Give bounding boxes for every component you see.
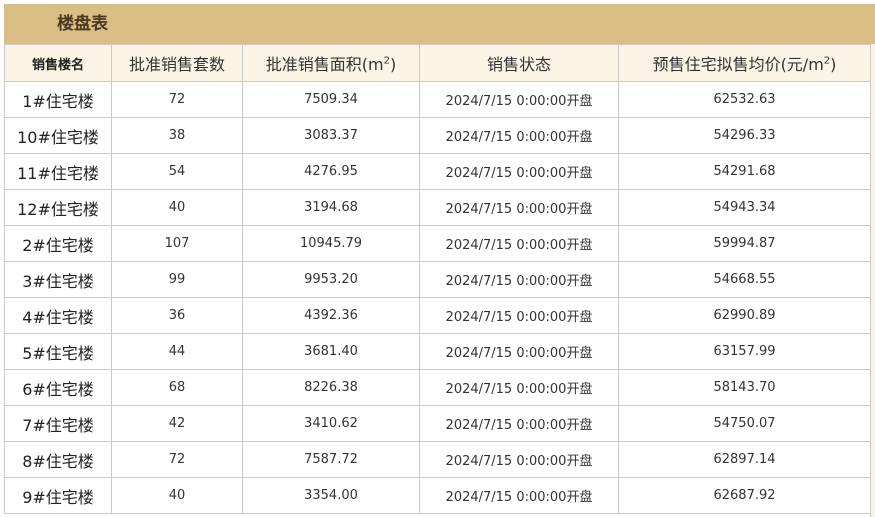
listing-panel: 楼盘表 销售楼名 批准销售套数 批准销售面积(m2) 销售状态 预售住宅拟售均价… [0, 0, 875, 517]
header-building-name: 销售楼名 [4, 44, 112, 82]
cell-avg-price: 59994.87 [618, 225, 871, 262]
cell-approved-area: 3354.00 [242, 477, 420, 514]
cell-building-name[interactable]: 6#住宅楼 [4, 369, 112, 406]
cell-approved-area: 4392.36 [242, 297, 420, 334]
header-avg-price-prefix: 预售住宅拟售均价(元/m [652, 55, 824, 74]
cell-approved-area: 3410.62 [242, 405, 420, 442]
header-approved-area-prefix: 批准销售面积(m [265, 55, 384, 74]
cell-approved-area: 8226.38 [242, 369, 420, 406]
cell-approved-area: 3194.68 [242, 189, 420, 226]
cell-approved-area: 4276.95 [242, 153, 420, 190]
title-bar: 楼盘表 [4, 4, 875, 44]
header-building-name-label: 销售楼名 [31, 57, 84, 73]
cell-avg-price: 62897.14 [618, 441, 871, 478]
cell-avg-price: 62990.89 [618, 297, 871, 334]
table-row: 7#住宅楼 42 3410.62 2024/7/15 0:00:00开盘 547… [4, 405, 871, 442]
cell-approved-units: 38 [111, 117, 243, 154]
cell-sale-status: 2024/7/15 0:00:00开盘 [419, 225, 619, 262]
cell-avg-price: 62532.63 [618, 81, 871, 118]
cell-building-name[interactable]: 1#住宅楼 [4, 81, 112, 118]
header-row: 销售楼名 批准销售套数 批准销售面积(m2) 销售状态 预售住宅拟售均价(元/m… [4, 44, 871, 82]
cell-approved-units: 72 [111, 441, 243, 478]
table-row: 12#住宅楼 40 3194.68 2024/7/15 0:00:00开盘 54… [4, 189, 871, 226]
cell-building-name[interactable]: 9#住宅楼 [4, 477, 112, 514]
cell-avg-price: 54668.55 [618, 261, 871, 298]
cell-approved-units: 40 [111, 477, 243, 514]
cell-approved-units: 36 [111, 297, 243, 334]
cell-avg-price: 54750.07 [618, 405, 871, 442]
cell-building-name[interactable]: 12#住宅楼 [4, 189, 112, 226]
page-title: 楼盘表 [57, 14, 108, 34]
cell-approved-area: 7587.72 [242, 441, 420, 478]
header-sale-status-label: 销售状态 [486, 55, 551, 74]
table-row: 11#住宅楼 54 4276.95 2024/7/15 0:00:00开盘 54… [4, 153, 871, 190]
cell-approved-units: 107 [111, 225, 243, 262]
table-row: 9#住宅楼 40 3354.00 2024/7/15 0:00:00开盘 626… [4, 477, 871, 514]
cell-sale-status: 2024/7/15 0:00:00开盘 [419, 441, 619, 478]
cell-avg-price: 54291.68 [618, 153, 871, 190]
cell-avg-price: 54296.33 [618, 117, 871, 154]
cell-avg-price: 54943.34 [618, 189, 871, 226]
table-row: 3#住宅楼 99 9953.20 2024/7/15 0:00:00开盘 546… [4, 261, 871, 298]
cell-approved-units: 68 [111, 369, 243, 406]
cell-building-name[interactable]: 10#住宅楼 [4, 117, 112, 154]
header-avg-price-suffix: ) [830, 55, 837, 74]
cell-approved-area: 3681.40 [242, 333, 420, 370]
header-approved-area: 批准销售面积(m2) [242, 44, 420, 82]
cell-sale-status: 2024/7/15 0:00:00开盘 [419, 369, 619, 406]
cell-building-name[interactable]: 2#住宅楼 [4, 225, 112, 262]
cell-approved-area: 7509.34 [242, 81, 420, 118]
cell-approved-units: 54 [111, 153, 243, 190]
header-approved-units-label: 批准销售套数 [128, 55, 225, 74]
cell-sale-status: 2024/7/15 0:00:00开盘 [419, 297, 619, 334]
cell-sale-status: 2024/7/15 0:00:00开盘 [419, 477, 619, 514]
cell-sale-status: 2024/7/15 0:00:00开盘 [419, 333, 619, 370]
cell-building-name[interactable]: 5#住宅楼 [4, 333, 112, 370]
table-row: 1#住宅楼 72 7509.34 2024/7/15 0:00:00开盘 625… [4, 81, 871, 118]
cell-sale-status: 2024/7/15 0:00:00开盘 [419, 261, 619, 298]
cell-approved-units: 42 [111, 405, 243, 442]
cell-sale-status: 2024/7/15 0:00:00开盘 [419, 117, 619, 154]
cell-avg-price: 63157.99 [618, 333, 871, 370]
cell-avg-price: 58143.70 [618, 369, 871, 406]
table-row: 6#住宅楼 68 8226.38 2024/7/15 0:00:00开盘 581… [4, 369, 871, 406]
cell-approved-units: 99 [111, 261, 243, 298]
table-row: 5#住宅楼 44 3681.40 2024/7/15 0:00:00开盘 631… [4, 333, 871, 370]
cell-approved-area: 10945.79 [242, 225, 420, 262]
table-row: 4#住宅楼 36 4392.36 2024/7/15 0:00:00开盘 629… [4, 297, 871, 334]
cell-sale-status: 2024/7/15 0:00:00开盘 [419, 153, 619, 190]
table-row: 10#住宅楼 38 3083.37 2024/7/15 0:00:00开盘 54… [4, 117, 871, 154]
header-approved-units: 批准销售套数 [111, 44, 243, 82]
cell-building-name[interactable]: 11#住宅楼 [4, 153, 112, 190]
cell-approved-area: 3083.37 [242, 117, 420, 154]
table-row: 2#住宅楼 107 10945.79 2024/7/15 0:00:00开盘 5… [4, 225, 871, 262]
cell-approved-units: 44 [111, 333, 243, 370]
table-row: 8#住宅楼 72 7587.72 2024/7/15 0:00:00开盘 628… [4, 441, 871, 478]
header-approved-area-suffix: ) [389, 55, 397, 74]
cell-approved-units: 40 [111, 189, 243, 226]
cell-sale-status: 2024/7/15 0:00:00开盘 [419, 189, 619, 226]
cell-building-name[interactable]: 3#住宅楼 [4, 261, 112, 298]
cell-building-name[interactable]: 8#住宅楼 [4, 441, 112, 478]
cell-building-name[interactable]: 4#住宅楼 [4, 297, 112, 334]
cell-approved-units: 72 [111, 81, 243, 118]
listing-table: 销售楼名 批准销售套数 批准销售面积(m2) 销售状态 预售住宅拟售均价(元/m… [4, 44, 871, 514]
header-avg-price: 预售住宅拟售均价(元/m2) [618, 44, 871, 82]
cell-avg-price: 62687.92 [618, 477, 871, 514]
cell-building-name[interactable]: 7#住宅楼 [4, 405, 112, 442]
table-edge-strip [870, 44, 875, 517]
cell-sale-status: 2024/7/15 0:00:00开盘 [419, 81, 619, 118]
cell-approved-area: 9953.20 [242, 261, 420, 298]
header-sale-status: 销售状态 [419, 44, 619, 82]
cell-sale-status: 2024/7/15 0:00:00开盘 [419, 405, 619, 442]
